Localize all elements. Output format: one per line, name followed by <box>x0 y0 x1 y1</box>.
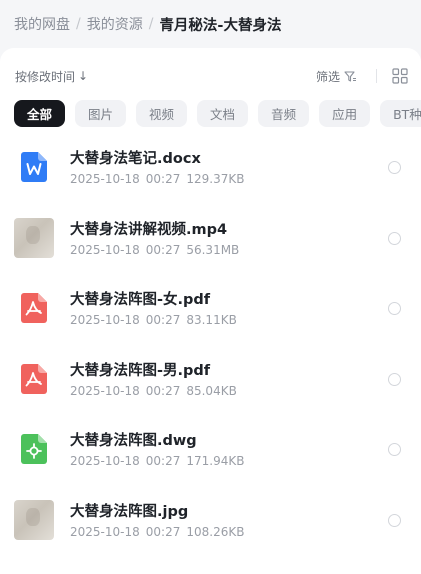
file-meta: 2025-10-18 00:27 129.37KB <box>70 172 244 186</box>
file-meta: 2025-10-18 00:27 56.31MB <box>70 243 239 257</box>
sort-down-arrow-icon: ↓ <box>78 69 89 83</box>
file-time: 00:27 <box>145 454 181 469</box>
select-radio[interactable] <box>388 443 401 457</box>
sort-button[interactable]: 按修改时间 ↓ <box>15 66 88 86</box>
file-size: 171.94KB <box>186 454 245 469</box>
word-file-icon <box>21 152 47 182</box>
sort-label: 按修改时间 <box>15 69 76 84</box>
breadcrumb-my-drive[interactable]: 我的网盘 <box>14 14 70 34</box>
file-size: 83.11KB <box>186 313 237 328</box>
filter-label: 筛选 <box>315 69 340 84</box>
pdf-file-icon <box>21 363 47 394</box>
filter-button[interactable]: 筛选 <box>316 66 357 86</box>
file-time: 00:27 <box>145 172 181 186</box>
file-name: 大替身法阵图-女.pdf <box>70 292 211 309</box>
tab-all[interactable]: 全部 <box>14 100 66 127</box>
file-row[interactable]: 大替身法阵图-男.pdf 2025-10-18 00:27 85.04KB <box>0 356 421 427</box>
file-meta: 2025-10-18 00:27 83.11KB <box>70 313 237 327</box>
file-time: 00:27 <box>145 242 181 257</box>
select-radio[interactable] <box>388 372 401 386</box>
file-thumb <box>14 147 54 187</box>
breadcrumb: 我的网盘 / 我的资源 / 青月秘法-大替身法 <box>14 12 281 36</box>
file-thumb <box>14 217 54 258</box>
breadcrumb-my-resources[interactable]: 我的资源 <box>87 14 143 34</box>
tab-apps[interactable]: 应用 <box>319 100 371 127</box>
file-thumb <box>14 429 54 469</box>
file-thumb <box>14 499 54 540</box>
file-row[interactable]: 大替身法阵图.jpg 2025-10-18 00:27 108.26KB <box>0 497 421 568</box>
file-thumb <box>14 288 54 328</box>
breadcrumb-separator: / <box>76 16 81 32</box>
select-radio[interactable] <box>388 231 401 245</box>
image-thumbnail <box>14 499 54 540</box>
file-row[interactable]: 大替身法讲解视频.mp4 2025-10-18 00:27 56.31MB <box>0 215 421 286</box>
grid-view-icon[interactable] <box>391 67 409 85</box>
file-name: 大替身法笔记.docx <box>70 151 201 167</box>
file-time: 00:27 <box>145 524 181 539</box>
pdf-file-icon <box>21 293 47 324</box>
select-radio[interactable] <box>388 513 401 527</box>
file-date: 2025-10-18 <box>70 524 140 539</box>
tab-images[interactable]: 图片 <box>75 100 127 127</box>
file-thumb <box>14 359 54 399</box>
file-date: 2025-10-18 <box>70 454 140 469</box>
file-size: 108.26KB <box>186 524 245 539</box>
file-meta: 2025-10-18 00:27 171.94KB <box>70 454 244 468</box>
category-tabs: 全部 图片 视频 文档 音频 应用 BT种子 <box>14 100 421 128</box>
file-time: 00:27 <box>145 313 181 328</box>
file-meta: 2025-10-18 00:27 108.26KB <box>70 525 244 539</box>
file-name: 大替身法讲解视频.mp4 <box>70 221 228 238</box>
file-date: 2025-10-18 <box>70 313 140 328</box>
tab-videos[interactable]: 视频 <box>136 100 188 127</box>
video-thumbnail <box>14 217 54 258</box>
file-meta: 2025-10-18 00:27 85.04KB <box>70 384 237 398</box>
file-size: 85.04KB <box>186 383 237 398</box>
file-size: 56.31MB <box>186 242 240 257</box>
file-date: 2025-10-18 <box>70 242 140 257</box>
breadcrumb-current-folder: 青月秘法-大替身法 <box>159 17 282 34</box>
file-date: 2025-10-18 <box>70 383 140 398</box>
file-row[interactable]: 大替身法阵图.dwg 2025-10-18 00:27 171.94KB <box>0 426 421 497</box>
file-name: 大替身法阵图-男.pdf <box>70 362 211 379</box>
file-name: 大替身法阵图.jpg <box>70 503 189 520</box>
file-panel: 按修改时间 ↓ 筛选 全部 图片 视频 文档 音频 应用 BT种子 <box>0 48 421 574</box>
select-radio[interactable] <box>388 302 401 316</box>
select-radio[interactable] <box>388 161 401 174</box>
cad-file-icon <box>21 434 47 465</box>
tab-documents[interactable]: 文档 <box>197 100 249 127</box>
file-row[interactable]: 大替身法阵图-女.pdf 2025-10-18 00:27 83.11KB <box>0 285 421 356</box>
filter-icon <box>344 70 356 82</box>
breadcrumb-separator: / <box>148 16 154 32</box>
toolbar-divider <box>376 69 377 83</box>
file-name: 大替身法阵图.dwg <box>70 433 197 450</box>
tab-audio[interactable]: 音频 <box>258 100 310 127</box>
file-size: 129.37KB <box>186 172 245 186</box>
file-date: 2025-10-18 <box>70 172 140 186</box>
file-row[interactable]: 大替身法笔记.docx 2025-10-18 00:27 129.37KB <box>0 144 421 215</box>
file-list: 大替身法笔记.docx 2025-10-18 00:27 129.37KB 大替身法… <box>0 144 421 568</box>
tab-bt-torrents[interactable]: BT种子 <box>380 100 421 127</box>
file-time: 00:27 <box>145 383 181 398</box>
